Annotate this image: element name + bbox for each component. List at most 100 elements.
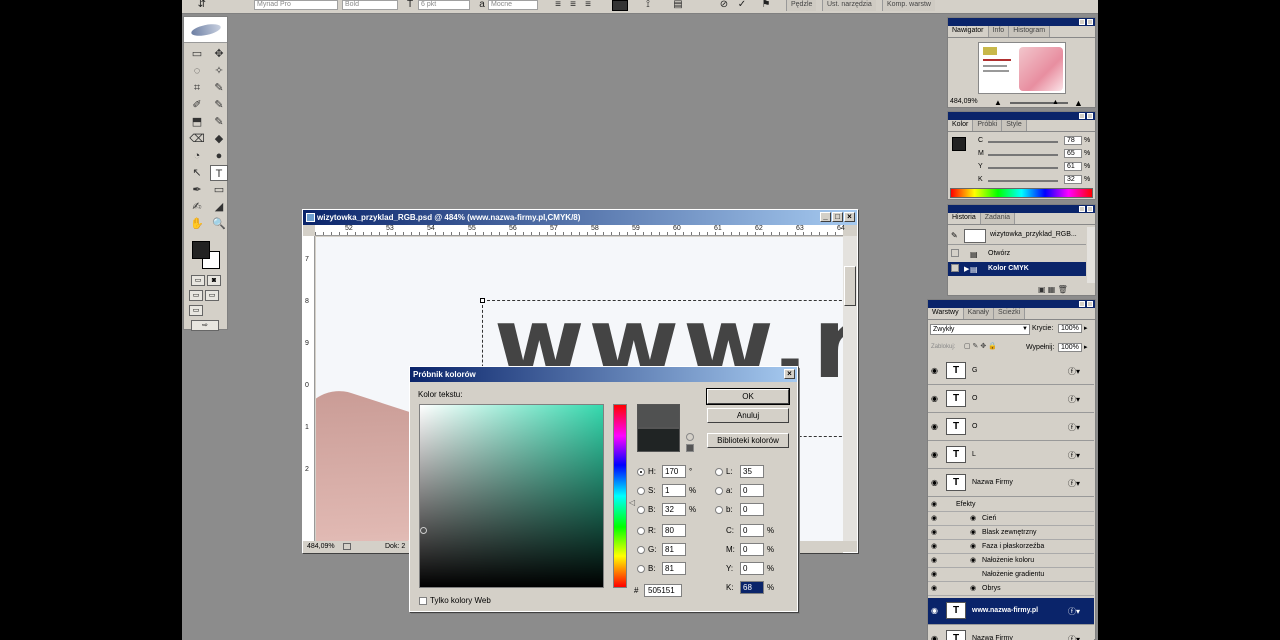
tool-icon[interactable]: ▭ xyxy=(188,46,206,62)
tool-icon[interactable]: ✋ xyxy=(188,216,206,232)
quick-mask-icon[interactable]: ◙ xyxy=(207,275,221,286)
tool-icon[interactable]: ⬒ xyxy=(188,114,206,130)
channel-value-input[interactable]: 0 xyxy=(740,524,764,537)
tab-history[interactable]: Historia xyxy=(948,213,981,224)
tool-icon[interactable]: ✒ xyxy=(188,182,206,198)
visibility-eye-icon[interactable]: ◉ xyxy=(931,423,941,431)
text-orientation-icon[interactable]: ⇵ xyxy=(196,0,208,11)
tool-icon[interactable]: ▭ xyxy=(210,182,228,198)
color-panel-bar[interactable] xyxy=(948,112,1095,120)
tool-icon[interactable]: ⌗ xyxy=(188,80,206,96)
channel-radio[interactable] xyxy=(637,545,645,554)
tab-layer-comps[interactable]: Komp. warstw xyxy=(882,0,935,11)
tab-paths[interactable]: Ścieżki xyxy=(993,308,1026,319)
minimize-button[interactable]: _ xyxy=(820,212,831,222)
tool-icon[interactable]: ✥ xyxy=(210,46,228,62)
channel-value-input[interactable]: 0 xyxy=(740,503,764,516)
tool-icon[interactable]: 🔍 xyxy=(210,216,228,232)
web-safe-warning-icon[interactable] xyxy=(686,444,694,452)
channel-radio[interactable] xyxy=(715,467,723,476)
layer-row-selected[interactable]: ◉ Twww.nazwa-firmy.pl ⓕ▾ xyxy=(928,598,1094,625)
panel-close-button[interactable] xyxy=(1087,19,1093,25)
visibility-eye-icon[interactable]: ◉ xyxy=(970,512,976,525)
tab-brushes[interactable]: Pędzle xyxy=(786,0,817,11)
font-family-select[interactable]: Myriad Pro xyxy=(254,0,338,10)
channel-value-input[interactable]: 81 xyxy=(662,562,686,575)
channel-value-input[interactable]: 0 xyxy=(740,484,764,497)
history-state-checkbox[interactable] xyxy=(951,264,959,272)
visibility-eye-icon[interactable]: ◉ xyxy=(970,582,976,595)
hue-slider-handle[interactable]: ◁ xyxy=(629,498,635,507)
tab-layers[interactable]: Warstwy xyxy=(928,308,964,319)
navigator-zoom[interactable]: 484,09% xyxy=(950,98,978,105)
visibility-eye-icon[interactable]: ◉ xyxy=(931,540,937,553)
screen-mode-3-icon[interactable]: ▭ xyxy=(189,305,203,316)
tool-icon[interactable]: ◔ xyxy=(188,148,206,164)
font-size-select[interactable]: 6 pkt xyxy=(418,0,470,10)
visibility-eye-icon[interactable]: ◉ xyxy=(970,540,976,553)
history-snapshot[interactable]: ✎ wizytowka_przyklad_RGB... xyxy=(948,227,1086,245)
tab-swatches[interactable]: Próbki xyxy=(973,120,1003,131)
toolbox-header[interactable] xyxy=(184,17,227,43)
panel-minimize-button[interactable] xyxy=(1079,301,1085,307)
zoom-slider[interactable] xyxy=(1010,102,1068,104)
tool-icon[interactable]: ✎ xyxy=(210,114,228,130)
commit-edit-icon[interactable]: ✓ xyxy=(736,0,748,11)
color-field-cursor[interactable] xyxy=(420,527,427,534)
opacity-input[interactable]: 100% xyxy=(1058,324,1082,333)
warp-text-icon[interactable]: ⟟ xyxy=(642,0,654,11)
tab-color[interactable]: Kolor xyxy=(948,120,974,131)
layer-row[interactable]: ◉ T Lⓕ▾ xyxy=(928,442,1094,469)
channel-value[interactable]: 61 xyxy=(1064,162,1082,171)
ok-button[interactable]: OK xyxy=(706,388,790,405)
opacity-arrow-icon[interactable]: ▸ xyxy=(1084,324,1088,332)
channel-value-input[interactable]: 0 xyxy=(740,562,764,575)
zoom-in-icon[interactable]: ▲ xyxy=(1074,98,1083,108)
history-panel-bar[interactable] xyxy=(948,205,1095,213)
layer-row[interactable]: ◉ T Nazwa Firmy ⓕ▾ xyxy=(928,626,1094,640)
screen-mode-2-icon[interactable]: ▭ xyxy=(205,290,219,301)
channel-value-input[interactable]: 0 xyxy=(740,543,764,556)
bounding-box-handle[interactable] xyxy=(480,298,485,303)
current-color-preview[interactable] xyxy=(637,428,680,452)
tool-icon[interactable]: ◆ xyxy=(210,131,228,147)
align-center-icon[interactable]: ≡ xyxy=(567,0,579,11)
fill-arrow-icon[interactable]: ▸ xyxy=(1084,343,1088,351)
history-item[interactable]: ▤ Otwórz xyxy=(948,247,1086,261)
layer-row[interactable]: ◉ T Gⓕ▾ xyxy=(928,358,1094,385)
color-ramp[interactable] xyxy=(950,188,1093,198)
color-panel-foreground[interactable] xyxy=(952,137,966,151)
tool-icon[interactable]: ● xyxy=(210,148,228,164)
visibility-eye-icon[interactable]: ◉ xyxy=(931,367,941,375)
navigator-thumbnail[interactable] xyxy=(978,42,1066,94)
tool-preset-icon[interactable]: ⚑ xyxy=(760,0,772,11)
panel-minimize-button[interactable] xyxy=(1079,113,1085,119)
palettes-icon[interactable]: ▤ xyxy=(672,0,684,11)
history-state-checkbox[interactable] xyxy=(951,249,959,257)
visibility-eye-icon[interactable]: ◉ xyxy=(931,607,941,615)
color-libraries-button[interactable]: Biblioteki kolorów xyxy=(707,433,789,448)
gamut-warning-icon[interactable] xyxy=(686,433,694,441)
align-right-icon[interactable]: ≡ xyxy=(582,0,594,11)
tab-actions[interactable]: Zadania xyxy=(980,213,1016,224)
visibility-eye-icon[interactable]: ◉ xyxy=(970,526,976,539)
channel-value-input[interactable]: 170 xyxy=(662,465,686,478)
channel-slider[interactable] xyxy=(988,167,1058,169)
zoom-slider-thumb[interactable]: ▲ xyxy=(1052,99,1059,106)
effect-row[interactable]: ◉ ◉ Cień xyxy=(928,512,1094,526)
panel-minimize-button[interactable] xyxy=(1079,206,1085,212)
channel-radio[interactable] xyxy=(637,467,645,476)
color-picker-titlebar[interactable]: Próbnik kolorów × xyxy=(410,367,797,382)
tool-icon[interactable]: ✐ xyxy=(188,97,206,113)
panel-close-button[interactable] xyxy=(1087,301,1093,307)
align-left-icon[interactable]: ≡ xyxy=(552,0,564,11)
channel-radio[interactable] xyxy=(637,486,645,495)
status-menu-icon[interactable] xyxy=(343,543,351,550)
channel-slider[interactable] xyxy=(988,154,1058,156)
tab-styles[interactable]: Style xyxy=(1002,120,1027,131)
visibility-eye-icon[interactable]: ◉ xyxy=(931,582,937,595)
panel-close-button[interactable] xyxy=(1087,206,1093,212)
visibility-eye-icon[interactable]: ◉ xyxy=(931,479,941,487)
history-footer-icons[interactable]: ▣ ▦ 🗑 xyxy=(1038,285,1068,294)
foreground-color-swatch[interactable] xyxy=(192,241,210,259)
